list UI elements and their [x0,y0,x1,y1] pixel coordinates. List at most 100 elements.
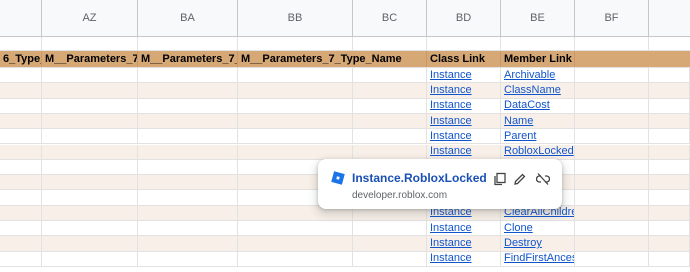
cell[interactable] [0,236,42,251]
cell[interactable] [575,113,649,129]
class-link[interactable]: Instance [430,145,472,159]
cell[interactable] [138,159,238,175]
cell[interactable] [42,129,138,144]
cell[interactable] [575,175,649,190]
cell[interactable] [0,37,42,50]
member-link-cell[interactable]: Clone [501,221,575,236]
cell[interactable] [575,144,649,159]
cell[interactable] [238,221,353,236]
member-link[interactable]: Archivable [504,68,555,82]
cell[interactable] [575,98,649,113]
cell[interactable] [138,175,238,190]
class-link[interactable]: Instance [430,252,472,266]
cell[interactable] [649,144,690,159]
cell[interactable] [138,37,238,50]
cell[interactable] [138,236,238,251]
member-link-cell[interactable]: FindFirstAncestor [501,251,575,266]
class-link[interactable]: Instance [430,68,472,82]
column-header-bf[interactable]: BF [575,0,649,36]
cell[interactable] [575,159,649,175]
cell[interactable] [649,113,690,129]
cell[interactable] [138,129,238,144]
cell[interactable] [0,159,42,175]
cell[interactable] [238,68,353,83]
header-cell-type-name-6[interactable]: 6_Type_Na [0,51,42,67]
cell[interactable] [42,221,138,236]
member-link[interactable]: Clone [504,221,533,235]
cell[interactable] [575,251,649,266]
cell[interactable] [138,251,238,266]
cell[interactable] [138,83,238,98]
cell[interactable] [353,98,427,113]
cell[interactable] [42,98,138,113]
column-header-az[interactable]: AZ [42,0,138,36]
cell[interactable] [238,236,353,251]
header-cell-empty[interactable] [575,51,690,67]
cell[interactable] [0,113,42,129]
cell[interactable] [575,83,649,98]
cell[interactable] [575,205,649,220]
column-header-partial[interactable] [0,0,42,36]
cell[interactable] [42,83,138,98]
cell[interactable] [238,98,353,113]
cell[interactable] [42,144,138,159]
column-header-ba[interactable]: BA [138,0,238,36]
member-link-cell[interactable]: ClassName [501,83,575,98]
member-link-cell[interactable]: Name [501,113,575,129]
class-link-cell[interactable]: Instance [427,236,501,251]
class-link-cell[interactable]: Instance [427,251,501,266]
cell[interactable] [42,113,138,129]
column-header-bd[interactable]: BD [427,0,501,36]
cell[interactable] [575,129,649,144]
link-card-title[interactable]: Instance.RobloxLocked [352,171,487,185]
cell[interactable] [427,37,501,50]
header-cell-param-7-type-name[interactable]: M__Parameters_7_Type_Name [238,51,427,67]
cell[interactable] [238,113,353,129]
class-link-cell[interactable]: Instance [427,221,501,236]
cell[interactable] [0,190,42,205]
cell[interactable] [649,175,690,190]
cell[interactable] [0,98,42,113]
class-link-cell[interactable]: Instance [427,83,501,98]
member-link[interactable]: FindFirstAncestor [504,252,574,266]
cell[interactable] [0,205,42,220]
member-link[interactable]: Name [504,114,533,128]
class-link[interactable]: Instance [430,99,472,113]
edit-pencil-icon[interactable] [511,170,529,188]
member-link[interactable]: DataCost [504,99,550,113]
cell[interactable] [138,98,238,113]
cell[interactable] [353,236,427,251]
cell[interactable] [575,190,649,205]
cell[interactable] [353,113,427,129]
member-link-cell[interactable]: DataCost [501,98,575,113]
cell[interactable] [501,37,575,50]
cell[interactable] [353,37,427,50]
cell[interactable] [0,175,42,190]
class-link[interactable]: Instance [430,83,472,97]
unlink-icon[interactable] [534,170,552,188]
cell[interactable] [0,129,42,144]
cell[interactable] [42,68,138,83]
cell[interactable] [0,221,42,236]
cell[interactable] [138,113,238,129]
cell[interactable] [649,68,690,83]
cell[interactable] [575,236,649,251]
member-link-cell[interactable]: RobloxLocked [501,144,575,159]
cell[interactable] [42,236,138,251]
cell[interactable] [0,83,42,98]
column-header-be[interactable]: BE [501,0,575,36]
copy-icon[interactable] [491,170,509,188]
header-cell-class-link[interactable]: Class Link [427,51,501,67]
cell[interactable] [0,144,42,159]
column-header-bc[interactable]: BC [353,0,427,36]
header-cell-member-link[interactable]: Member Link [501,51,575,67]
cell[interactable] [138,144,238,159]
cell[interactable] [42,190,138,205]
cell[interactable] [353,251,427,266]
cell[interactable] [42,175,138,190]
cell[interactable] [649,98,690,113]
header-cell-param-7-type[interactable]: M__Parameters_7_Type_( [138,51,238,67]
cell[interactable] [649,205,690,220]
header-cell-param-7-name[interactable]: M__Parameters_7_Name [42,51,138,67]
cell[interactable] [138,205,238,220]
